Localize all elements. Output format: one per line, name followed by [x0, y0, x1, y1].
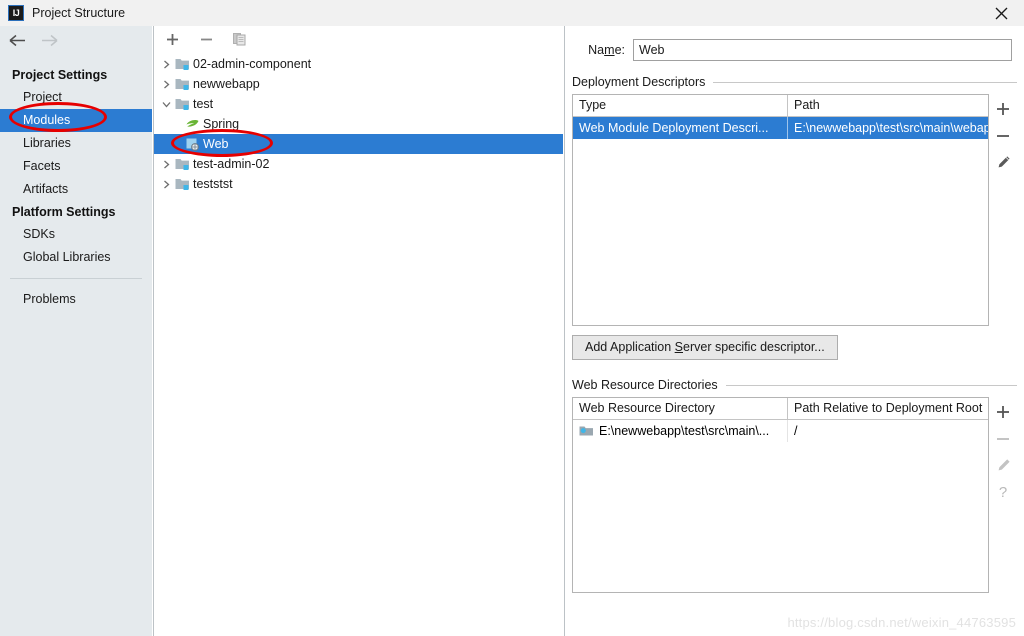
chevron-right-icon[interactable] — [158, 156, 174, 172]
button-label-mnemonic: S — [674, 340, 683, 354]
chevron-right-icon[interactable] — [158, 76, 174, 92]
deployment-descriptors-buttons — [989, 94, 1017, 326]
module-folder-icon — [174, 56, 190, 72]
tree-row-label: Web — [203, 137, 229, 151]
group-divider — [713, 81, 1017, 83]
add-app-server-descriptor-button[interactable]: Add Application Server specific descript… — [572, 335, 838, 360]
module-details-panel: Name: Deployment Descriptors Type Path W… — [564, 26, 1024, 636]
chevron-down-icon[interactable] — [158, 96, 174, 112]
module-tree-toolbar — [154, 26, 563, 52]
copy-icon[interactable] — [231, 30, 249, 48]
cell-path: E:\newwebapp\test\src\main\webap — [794, 120, 988, 135]
tree-row[interactable]: Spring — [154, 114, 563, 134]
column-header-web-resource-directory[interactable]: Web Resource Directory — [573, 398, 788, 419]
sidebar-section-header-project-settings: Project Settings — [12, 68, 108, 82]
web-resource-directories-title: Web Resource Directories — [572, 378, 718, 392]
project-structure-dialog: IJ Project Structure Project Settings Pr… — [0, 0, 1024, 636]
tree-row[interactable]: 02-admin-component — [154, 54, 563, 74]
module-name-row: Name: — [565, 26, 1024, 61]
settings-sidebar: Project Settings Project Modules Librari… — [0, 26, 152, 636]
web-resource-directories-table: Web Resource Directory Path Relative to … — [572, 397, 989, 593]
cell-web-resource-directory: E:\newwebapp\test\src\main\... — [573, 420, 788, 442]
module-folder-icon — [174, 76, 190, 92]
group-divider — [725, 384, 1017, 386]
add-app-server-descriptor-row: Add Application Server specific descript… — [572, 335, 1024, 360]
web-resource-directories-table-wrap: Web Resource Directory Path Relative to … — [572, 397, 1017, 593]
plus-icon[interactable] — [163, 30, 181, 48]
tree-row[interactable]: newwebapp — [154, 74, 563, 94]
chevron-right-icon[interactable] — [158, 56, 174, 72]
column-header-relative-path[interactable]: Path Relative to Deployment Root — [788, 398, 988, 419]
sidebar-item-project[interactable]: Project — [0, 86, 152, 109]
button-label-prefix: Add Application — [585, 340, 675, 354]
sidebar-section-header-platform-settings: Platform Settings — [12, 205, 116, 219]
sidebar-item-facets[interactable]: Facets — [0, 155, 152, 178]
tree-row-label: test — [193, 97, 214, 111]
cell-relative-path: / — [794, 423, 798, 438]
chevron-right-icon[interactable] — [158, 176, 174, 192]
title-bar: IJ Project Structure — [0, 0, 1024, 26]
web-resource-directories-group-header: Web Resource Directories — [572, 378, 1024, 392]
module-name-input[interactable] — [633, 39, 1012, 61]
module-folder-icon — [174, 156, 190, 172]
help-web-resource-button[interactable]: ? — [990, 479, 1016, 506]
module-tree: 02-admin-component newwebapp test Spring… — [154, 52, 563, 194]
cell-type: Web Module Deployment Descri... — [573, 117, 788, 139]
module-name-label: Name: — [588, 43, 625, 57]
deployment-descriptors-title: Deployment Descriptors — [572, 75, 706, 89]
tree-row-label: Spring — [203, 117, 240, 131]
tree-row[interactable]: teststst — [154, 174, 563, 194]
folder-web-icon — [579, 424, 594, 438]
table-header: Type Path — [573, 95, 988, 117]
arrow-right-icon[interactable] — [40, 31, 58, 49]
module-tree-panel: 02-admin-component newwebapp test Spring… — [153, 26, 563, 636]
column-header-path[interactable]: Path — [788, 95, 988, 116]
tree-row-label: 02-admin-component — [193, 57, 312, 71]
web-resource-directories-buttons: ? — [989, 397, 1017, 593]
edit-web-resource-button[interactable] — [990, 452, 1016, 479]
remove-web-resource-button[interactable] — [990, 425, 1016, 452]
tree-row-label: teststst — [193, 177, 233, 191]
table-row[interactable]: E:\newwebapp\test\src\main\... / — [573, 420, 988, 442]
tree-row[interactable]: test — [154, 94, 563, 114]
sidebar-nav-bar — [0, 26, 152, 54]
tree-row-label: newwebapp — [193, 77, 260, 91]
tree-row-label: test-admin-02 — [193, 157, 270, 171]
sidebar-divider — [10, 278, 142, 279]
tree-row[interactable]: test-admin-02 — [154, 154, 563, 174]
sidebar-item-global-libraries[interactable]: Global Libraries — [0, 246, 152, 269]
sidebar-item-modules[interactable]: Modules — [0, 109, 152, 132]
tree-row-web[interactable]: Web — [154, 134, 563, 154]
spring-leaf-icon — [184, 116, 200, 132]
arrow-left-icon[interactable] — [8, 31, 26, 49]
edit-descriptor-button[interactable] — [990, 149, 1016, 176]
table-header: Web Resource Directory Path Relative to … — [573, 398, 988, 420]
watermark-text: https://blog.csdn.net/weixin_44763595 — [787, 615, 1016, 630]
question-icon: ? — [998, 484, 1008, 501]
window-title: Project Structure — [32, 6, 126, 20]
intellij-idea-icon: IJ — [8, 5, 24, 21]
deployment-descriptors-table: Type Path Web Module Deployment Descri..… — [572, 94, 989, 326]
deployment-descriptors-table-wrap: Type Path Web Module Deployment Descri..… — [572, 94, 1017, 326]
sidebar-items: Project Settings Project Modules Librari… — [0, 54, 152, 311]
module-folder-icon — [174, 96, 190, 112]
web-facet-icon — [184, 136, 200, 152]
table-row[interactable]: Web Module Deployment Descri... E:\newwe… — [573, 117, 988, 139]
minus-icon[interactable] — [197, 30, 215, 48]
column-header-type[interactable]: Type — [573, 95, 788, 116]
remove-descriptor-button[interactable] — [990, 122, 1016, 149]
add-web-resource-button[interactable] — [990, 398, 1016, 425]
sidebar-item-libraries[interactable]: Libraries — [0, 132, 152, 155]
deployment-descriptors-group-header: Deployment Descriptors — [572, 75, 1024, 89]
sidebar-item-sdks[interactable]: SDKs — [0, 223, 152, 246]
close-icon[interactable] — [978, 0, 1024, 26]
sidebar-item-problems[interactable]: Problems — [0, 288, 152, 311]
add-descriptor-button[interactable] — [990, 95, 1016, 122]
button-label-suffix: erver specific descriptor... — [683, 340, 825, 354]
sidebar-item-artifacts[interactable]: Artifacts — [0, 178, 152, 201]
module-folder-icon — [174, 176, 190, 192]
cell-web-resource-directory-text: E:\newwebapp\test\src\main\... — [599, 423, 770, 438]
